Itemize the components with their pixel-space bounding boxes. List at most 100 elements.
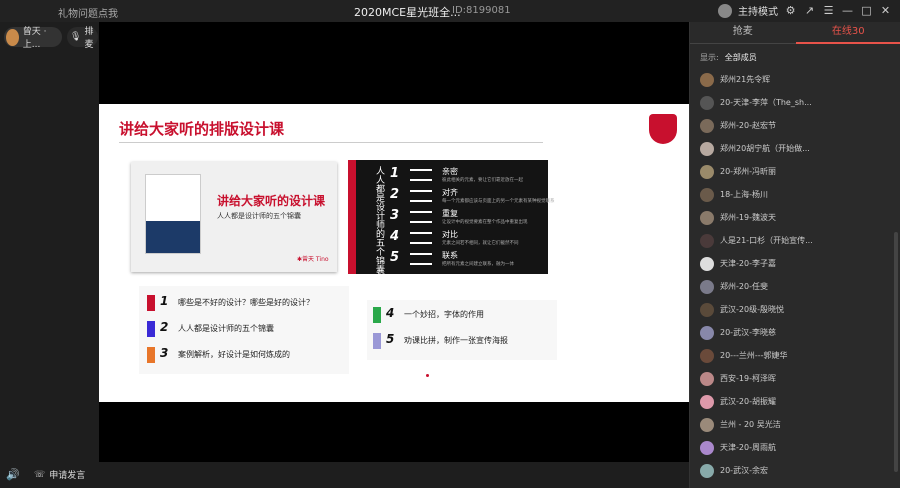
principles-card: 人人都是设计师的五个锦囊 1 亲密 彼此相关的元素，要让它们靠近放在一起 2 对… [348, 160, 555, 274]
left-panel: 曾天 · 上... 🎙 排麦 [0, 22, 99, 462]
principle-row: 2 对齐 每一个元素都应该与页面上的另一个元素有某种视觉联系 [390, 187, 555, 207]
menu-icon[interactable]: ☰ [822, 4, 835, 17]
mic-icon: 🎙 [70, 32, 82, 42]
member-avatar [700, 463, 714, 478]
apply-speak-button[interactable]: ☏ 申请发言 [34, 468, 86, 482]
external-link-icon[interactable]: ↗ [803, 4, 816, 17]
member-name: 18-上海-杨川 [720, 190, 768, 199]
principle-row: 3 重复 让设计中的视觉要素在整个作品中重复出现 [390, 208, 550, 228]
member-list-item[interactable]: 18-上海-杨川 [690, 183, 890, 206]
point-item: 5 劝课比拼，制作一张宣传海报 [373, 332, 673, 350]
principle-number: 3 [390, 208, 400, 223]
member-avatar [700, 279, 714, 294]
points-left: 1 哪些是不好的设计？哪些是好的设计？ 2 人人都是设计师的五个锦囊 3 案例解… [139, 286, 349, 374]
host-avatar [718, 3, 732, 18]
member-avatar [700, 95, 714, 110]
maximize-icon[interactable]: □ [860, 4, 873, 17]
principle-label: 重复 [442, 209, 458, 218]
principle-label: 联系 [442, 251, 458, 260]
member-list-item[interactable]: 郑州-20-任斐 [690, 275, 890, 298]
member-avatar [700, 72, 714, 87]
member-list-item[interactable]: 郑州20胡宁航（开始做... [690, 137, 890, 160]
point-text: 人人都是设计师的五个锦囊 [178, 324, 274, 333]
member-avatar [700, 348, 714, 363]
member-list-item[interactable]: 20-武汉-余宏 [690, 459, 890, 482]
principle-glyph-icon [410, 169, 432, 181]
point-number: 1 [160, 294, 169, 308]
filter-value[interactable]: 全部成员 [725, 53, 757, 62]
mic-queue-label: 排麦 [84, 27, 94, 50]
member-avatar [700, 233, 714, 248]
member-list-item[interactable]: 武汉-20级-殷晓悦 [690, 298, 890, 321]
member-name: 20-武汉-李晓慈 [720, 328, 776, 337]
member-list-item[interactable]: 人是21-口杉（开始宣传... [690, 229, 890, 252]
member-list-item[interactable]: 郑州-20-赵宏节 [690, 114, 890, 137]
member-name: 郑州21先令辉 [720, 75, 771, 84]
member-list-item[interactable]: 20-天津-李萍（The_sh... [690, 91, 890, 114]
member-list-item[interactable]: 20---兰州---郭婕华 [690, 344, 890, 367]
member-list-item[interactable]: 武汉-20-胡振耀 [690, 390, 890, 413]
member-list-item[interactable]: 20-郑州-冯昕丽 [690, 160, 890, 183]
member-list-item[interactable]: 天津-20-李子嘉 [690, 252, 890, 275]
minimize-icon[interactable]: — [841, 4, 854, 17]
settings-icon[interactable]: ⚙ [784, 4, 797, 17]
member-name: 郑州-20-任斐 [720, 282, 768, 291]
book-card: 讲给大家听的设计课 人人都是设计师的五个锦囊 ✱曾天 Tino [131, 162, 337, 272]
tab-online[interactable]: 在线30 [795, 22, 900, 44]
member-avatar [700, 164, 714, 179]
member-name: 郑州20胡宁航（开始做... [720, 144, 810, 153]
member-avatar [700, 440, 714, 455]
member-scrollbar[interactable] [894, 232, 898, 472]
point-text: 案例解析，好设计是如何炼成的 [178, 350, 290, 359]
apply-speak-label: 申请发言 [49, 471, 86, 481]
member-avatar [700, 325, 714, 340]
member-filter[interactable]: 显示: 全部成员 [700, 52, 757, 63]
point-text: 哪些是不好的设计？哪些是好的设计？ [178, 298, 314, 307]
mic-queue-button[interactable]: 🎙 排麦 [67, 27, 98, 50]
member-avatar [700, 371, 714, 386]
member-name: 西安-19-柯泽晖 [720, 374, 776, 383]
presenter-label: 曾天 · 上... [22, 27, 47, 50]
points-right: 4 一个妙招，字体的作用 5 劝课比拼，制作一张宣传海报 [367, 300, 557, 360]
member-name: 武汉-20-胡振耀 [720, 397, 776, 406]
volume-icon[interactable]: 🔊 [6, 468, 20, 481]
book-title: 讲给大家听的设计课 [217, 194, 326, 208]
point-number: 4 [386, 306, 395, 320]
gift-help-link[interactable]: 礼物问题点我 [58, 5, 118, 20]
book-cover-image [145, 174, 201, 254]
member-name: 兰州 - 20 吴光洁 [720, 420, 781, 429]
principle-number: 1 [390, 166, 400, 181]
member-list-item[interactable]: 西安-19-柯泽晖 [690, 367, 890, 390]
member-name: 天津-20-李子嘉 [720, 259, 776, 268]
member-name: 人是21-口杉（开始宣传... [720, 236, 813, 245]
close-icon[interactable]: ✕ [879, 4, 892, 17]
point-number: 3 [160, 346, 169, 360]
tab-mic-grab[interactable]: 抢麦 [690, 22, 796, 44]
principle-glyph-icon [410, 253, 432, 265]
member-name: 郑州-20-赵宏节 [720, 121, 776, 130]
member-list-item[interactable]: 郑州-19-魏波天 [690, 206, 890, 229]
member-list-item[interactable]: 天津-20-周雨航 [690, 436, 890, 459]
member-avatar [700, 210, 714, 225]
principles-vertical-title: 人人都是设计师的五个锦囊 [374, 166, 384, 274]
book-subtitle: 人人都是设计师的五个锦囊 [217, 212, 301, 220]
principle-desc: 彼此相关的元素，要让它们靠近放在一起 [442, 178, 523, 183]
principle-label: 亲密 [442, 167, 458, 176]
member-name: 武汉-20级-殷晓悦 [720, 305, 784, 314]
member-list-item[interactable]: 郑州21先令辉 [690, 68, 890, 91]
point-swatch [373, 333, 381, 349]
room-id: ID:8199081 [452, 5, 511, 16]
host-mode-label[interactable]: 主持模式 [738, 3, 778, 18]
slide-title: 讲给大家听的排版设计课 [119, 120, 285, 138]
member-avatar [700, 141, 714, 156]
presenter-chip[interactable]: 曾天 · 上... [4, 27, 62, 50]
member-avatar [700, 302, 714, 317]
principle-desc: 每一个元素都应该与页面上的另一个元素有某种视觉联系 [442, 199, 555, 204]
title-divider [119, 142, 543, 143]
member-avatar [700, 394, 714, 409]
member-list-item[interactable]: 兰州 - 20 吴光洁 [690, 413, 890, 436]
member-list-item[interactable]: 20-武汉-李晓慈 [690, 321, 890, 344]
member-name: 郑州-19-魏波天 [720, 213, 776, 222]
point-item: 4 一个妙招，字体的作用 [373, 306, 673, 324]
principle-glyph-icon [410, 190, 432, 202]
